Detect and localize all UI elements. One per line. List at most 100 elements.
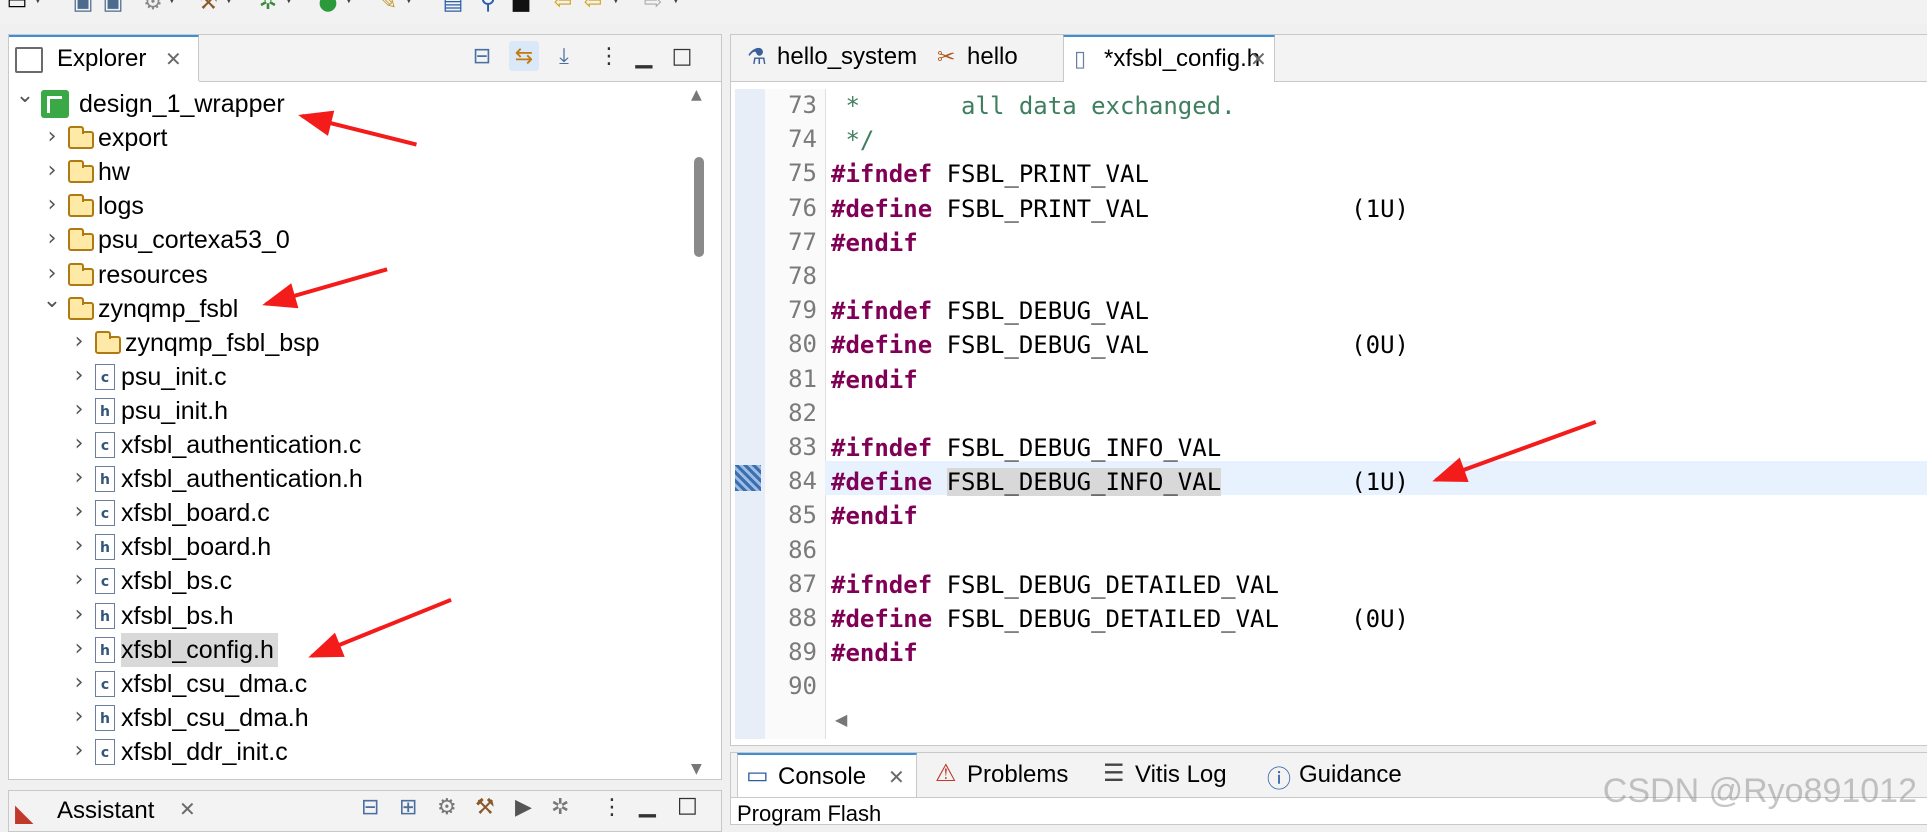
code-line[interactable]: #define FSBL_PRINT_VAL (1U) <box>831 192 1409 226</box>
chevron-down-icon[interactable]: ⌄ <box>42 288 62 313</box>
run-icon[interactable]: ● <box>315 0 341 15</box>
chevron-right-icon[interactable]: › <box>42 124 62 149</box>
console-icon[interactable]: ■ <box>508 0 534 15</box>
save-all-icon[interactable]: ▣ <box>100 0 126 15</box>
code-line[interactable]: #define FSBL_DEBUG_DETAILED_VAL (0U) <box>831 602 1409 636</box>
collapse-all-icon[interactable]: ⊟ <box>361 795 379 820</box>
code-line[interactable]: */ <box>831 123 874 157</box>
back-history-icon[interactable]: ⇦ <box>580 0 606 15</box>
chevron-down-icon[interactable]: ⌄ <box>15 87 35 108</box>
code-line[interactable]: * all data exchanged. <box>831 89 1235 123</box>
chevron-right-icon[interactable]: › <box>69 533 89 558</box>
tab-explorer[interactable]: Explorer ✕ <box>9 35 199 81</box>
code-line[interactable]: #endif <box>831 226 918 260</box>
dropdown-arrow-icon[interactable]: ▼ <box>405 0 413 5</box>
tree-row[interactable]: ⌄ zynqmp_fsbl <box>9 288 689 326</box>
minimize-icon[interactable]: ▁ <box>639 793 656 818</box>
chevron-right-icon[interactable]: › <box>69 465 89 490</box>
settings-icon[interactable]: ⚙ <box>140 0 166 15</box>
tree-scrollbar[interactable]: ▲ ▼ <box>687 87 709 777</box>
tree-row[interactable]: › h xfsbl_authentication.h <box>9 462 689 496</box>
tree-row[interactable]: ⌄ design_1_wrapper <box>9 87 689 121</box>
code-line[interactable]: #endif <box>831 363 918 397</box>
maximize-icon[interactable]: □ <box>677 793 698 818</box>
chevron-right-icon[interactable]: › <box>42 226 62 251</box>
tree-row[interactable]: › logs <box>9 189 689 223</box>
tree-row[interactable]: › c xfsbl_board.c <box>9 496 689 530</box>
tree-row[interactable]: › hw <box>9 155 689 189</box>
collapse-all-icon[interactable]: ⊟ <box>467 41 497 71</box>
console-tab[interactable]: ▭ Console ✕ <box>737 753 917 797</box>
expand-all-icon[interactable]: ⊞ <box>399 795 417 820</box>
tree-row[interactable]: › c xfsbl_authentication.c <box>9 428 689 462</box>
new-file-icon[interactable]: ▭ <box>4 0 30 15</box>
save-icon[interactable]: ▣ <box>70 0 96 15</box>
tree-row[interactable]: › c xfsbl_ddr_init.c <box>9 735 689 769</box>
chevron-right-icon[interactable]: › <box>69 738 89 763</box>
scroll-down-icon[interactable]: ▼ <box>691 761 702 777</box>
forward-arrow-icon[interactable]: ⇨ <box>640 0 666 15</box>
debug-bug-icon[interactable]: ✲ <box>255 0 281 15</box>
terminal-icon[interactable]: ▤ <box>440 0 466 15</box>
maximize-icon[interactable]: □ <box>667 41 697 71</box>
chevron-right-icon[interactable]: › <box>69 636 89 661</box>
dropdown-arrow-icon[interactable]: ▼ <box>345 0 353 5</box>
chevron-right-icon[interactable]: › <box>69 363 89 388</box>
program-device-icon[interactable]: ✎ <box>375 0 401 15</box>
code-line[interactable]: #define FSBL_DEBUG_VAL (0U) <box>831 328 1409 362</box>
editor-tab[interactable]: ✂ hello <box>927 35 1059 81</box>
chevron-right-icon[interactable]: › <box>69 431 89 456</box>
chevron-right-icon[interactable]: › <box>42 192 62 217</box>
build-hammer-icon[interactable]: ⚒ <box>475 795 495 820</box>
back-arrow-icon[interactable]: ⇦ <box>550 0 576 15</box>
chevron-right-icon[interactable]: › <box>69 499 89 524</box>
tree-row[interactable]: › h xfsbl_csu_dma.h <box>9 701 689 735</box>
chevron-right-icon[interactable]: › <box>42 261 62 286</box>
editor-tab[interactable]: ▯ *xfsbl_config.h ✕ <box>1063 35 1275 82</box>
code-line[interactable]: #define FSBL_DEBUG_INFO_VAL (1U) <box>831 465 1409 499</box>
code-line[interactable]: #ifndef FSBL_DEBUG_INFO_VAL <box>831 431 1221 465</box>
console-tab[interactable]: ⓘ Guidance <box>1259 753 1419 797</box>
settings-icon[interactable]: ⚙ <box>437 795 457 820</box>
dropdown-arrow-icon[interactable]: ▼ <box>34 0 42 5</box>
chevron-right-icon[interactable]: › <box>69 397 89 422</box>
scrollbar-thumb[interactable] <box>694 157 704 257</box>
tree-row[interactable]: › psu_cortexa53_0 <box>9 223 689 257</box>
chevron-right-icon[interactable]: › <box>69 567 89 592</box>
minimize-icon[interactable]: ▁ <box>629 41 659 71</box>
dropdown-arrow-icon[interactable]: ▼ <box>225 0 233 5</box>
link-with-editor-icon[interactable]: ⇆ <box>509 41 539 71</box>
dropdown-arrow-icon[interactable]: ▼ <box>285 0 293 5</box>
code-line[interactable]: #endif <box>831 499 918 533</box>
debug-bug-icon[interactable]: ✲ <box>551 795 569 820</box>
code-line[interactable]: #ifndef FSBL_DEBUG_DETAILED_VAL <box>831 568 1279 602</box>
dropdown-arrow-icon[interactable]: ▼ <box>672 0 680 5</box>
build-hammer-icon[interactable]: ⚒ <box>195 0 221 15</box>
chevron-right-icon[interactable]: › <box>69 670 89 695</box>
assistant-tab-title[interactable]: Assistant <box>57 797 154 825</box>
chevron-right-icon[interactable]: › <box>69 704 89 729</box>
scroll-left-icon[interactable]: ◀ <box>835 710 847 729</box>
tree-row[interactable]: › c psu_init.c <box>9 360 689 394</box>
tree-row[interactable]: › h xfsbl_bs.h <box>9 599 689 633</box>
view-menu-icon[interactable]: ⋮ <box>594 41 624 71</box>
tree-row[interactable]: › h psu_init.h <box>9 394 689 428</box>
tree-row[interactable]: › c xfsbl_bs.c <box>9 564 689 598</box>
editor-tab[interactable]: ⚗ hello_system <box>737 35 927 81</box>
close-icon[interactable]: ✕ <box>179 797 196 821</box>
chevron-right-icon[interactable]: › <box>69 602 89 627</box>
code-line[interactable]: #endif <box>831 636 918 670</box>
run-icon[interactable]: ▶ <box>515 795 532 820</box>
tree-row[interactable]: › h xfsbl_board.h <box>9 530 689 564</box>
search-icon[interactable]: ⚲ <box>475 0 501 15</box>
code-line[interactable]: #ifndef FSBL_DEBUG_VAL <box>831 294 1149 328</box>
console-tab[interactable]: ☰ Vitis Log <box>1095 753 1251 797</box>
close-icon[interactable]: ✕ <box>1250 47 1267 71</box>
tree-row[interactable]: › zynqmp_fsbl_bsp <box>9 326 689 360</box>
console-tab[interactable]: ⚠ Problems <box>927 753 1087 797</box>
chevron-right-icon[interactable]: › <box>42 158 62 183</box>
code-line[interactable]: #ifndef FSBL_PRINT_VAL <box>831 157 1149 191</box>
tree-row[interactable]: › resources <box>9 258 689 292</box>
close-icon[interactable]: ✕ <box>888 765 905 789</box>
close-icon[interactable]: ✕ <box>165 47 182 71</box>
